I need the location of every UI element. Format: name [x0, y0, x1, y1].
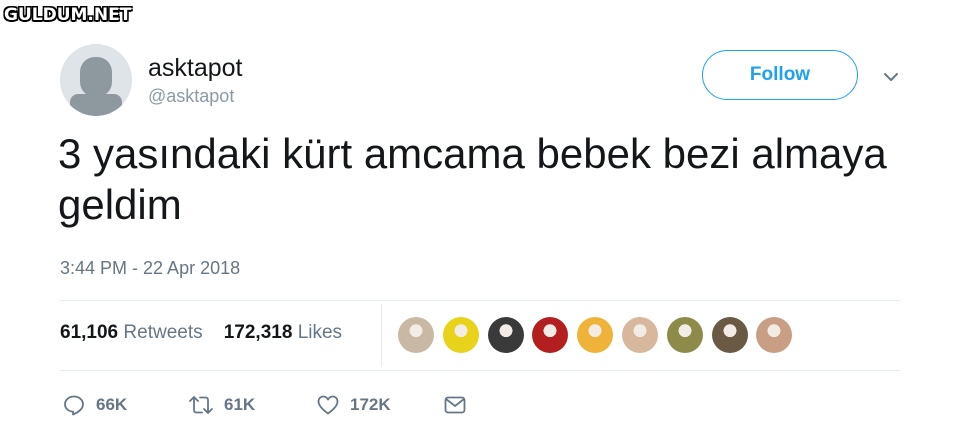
retweets-count: 61,106 [60, 322, 119, 343]
divider-top [60, 300, 900, 301]
author-name[interactable]: asktapot [148, 54, 243, 83]
retweet-count: 61K [224, 395, 256, 414]
liker-avatar[interactable] [532, 317, 569, 353]
follow-button[interactable]: Follow [702, 50, 858, 100]
tweet-timestamp[interactable]: 3:44 PM - 22 Apr 2018 [60, 258, 240, 279]
author-handle[interactable]: @asktapot [148, 86, 234, 107]
avatar[interactable] [60, 44, 132, 116]
reply-count: 66K [96, 395, 128, 414]
retweet-icon [189, 396, 213, 414]
retweet-action[interactable]: 61K [188, 393, 255, 417]
like-count: 172K [350, 395, 391, 414]
default-profile-icon [60, 44, 132, 116]
like-action[interactable]: 172K [316, 393, 391, 417]
message-action[interactable] [443, 393, 477, 417]
divider-bottom [60, 370, 900, 371]
chevron-down-icon[interactable] [880, 66, 902, 88]
liker-avatar[interactable] [666, 317, 703, 353]
liker-avatar[interactable] [711, 317, 748, 353]
engagement-stats: 61,106 Retweets 172,318 Likes [60, 322, 342, 344]
liker-avatar[interactable] [442, 317, 479, 353]
likes-stat[interactable]: 172,318 Likes [224, 322, 342, 343]
liker-avatar[interactable] [621, 317, 658, 353]
likes-count: 172,318 [223, 322, 293, 343]
envelope-icon [444, 396, 466, 414]
liker-avatar[interactable] [756, 317, 793, 353]
liker-avatar[interactable] [577, 317, 614, 353]
tweet-text: 3 yasındaki kürt amcama bebek bezi almay… [58, 130, 887, 228]
stats-separator [381, 304, 382, 366]
liker-avatar[interactable] [398, 317, 434, 353]
liker-avatar[interactable] [487, 317, 524, 353]
heart-icon [317, 395, 339, 415]
liker-avatars [398, 317, 801, 353]
retweets-label: Retweets [123, 322, 203, 343]
reply-action[interactable]: 66K [62, 393, 127, 417]
likes-label: Likes [297, 322, 343, 343]
retweets-stat[interactable]: 61,106 Retweets [60, 322, 203, 343]
reply-icon [64, 395, 84, 416]
watermark-logo: GULDUM.NET [4, 5, 132, 25]
